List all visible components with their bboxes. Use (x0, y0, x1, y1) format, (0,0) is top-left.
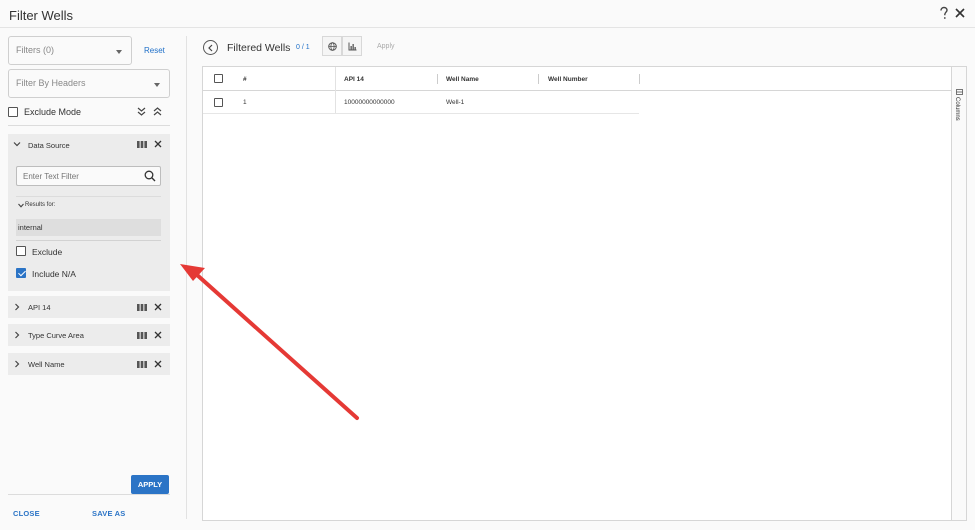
filtered-wells-title: Filtered Wells (227, 42, 291, 54)
result-value-text: internal (18, 223, 43, 232)
map-view-button[interactable] (322, 36, 342, 56)
column-header-well-number[interactable]: Well Number (548, 76, 588, 83)
select-all-checkbox[interactable] (214, 74, 223, 83)
filter-card-label: Type Curve Area (28, 331, 84, 340)
filter-sidebar: Filters (0) Reset Filter By Headers Excl… (0, 28, 186, 530)
close-button[interactable]: CLOSE (13, 509, 40, 518)
dialog-title: Filter Wells (9, 8, 74, 23)
column-header-index[interactable]: # (243, 76, 247, 83)
cell-index: 1 (243, 99, 247, 106)
filter-card-label: Well Name (28, 360, 65, 369)
exclude-checkbox[interactable] (16, 246, 26, 256)
column-separator[interactable] (437, 74, 438, 84)
column-header-well-name[interactable]: Well Name (446, 76, 479, 83)
include-na-checkbox[interactable] (16, 268, 26, 278)
chevron-down-icon[interactable] (13, 141, 21, 148)
exclude-label: Exclude (32, 247, 63, 257)
chevron-right-icon[interactable] (14, 360, 20, 368)
close-icon[interactable] (955, 8, 965, 18)
column-header-api-14[interactable]: API 14 (344, 76, 364, 83)
filter-card-type-curve-area[interactable]: Type Curve Area (8, 324, 170, 346)
table-row[interactable]: 1 10000000000000 Well-1 (203, 92, 639, 114)
bar-chart-icon (348, 42, 357, 51)
filter-card-label: API 14 (28, 303, 51, 312)
data-source-label: Data Source (28, 141, 70, 150)
save-as-button[interactable]: SAVE AS (92, 509, 126, 518)
reset-link[interactable]: Reset (144, 46, 165, 55)
divider (16, 196, 161, 197)
columns-label: Columns (954, 97, 960, 121)
filter-by-headers-placeholder: Filter By Headers (16, 78, 86, 88)
exclude-mode-label: Exclude Mode (24, 107, 82, 117)
data-source-filter-card: Data Source Results for: internal Exclud… (8, 134, 170, 291)
chevron-down-icon (116, 50, 122, 54)
globe-icon (328, 42, 337, 51)
chart-view-button[interactable] (342, 36, 362, 56)
row-checkbox[interactable] (214, 98, 223, 107)
columns-icon[interactable] (137, 304, 147, 311)
divider (16, 240, 161, 241)
apply-button[interactable]: APPLY (131, 475, 169, 494)
text-filter-input-box[interactable] (16, 166, 161, 186)
filtered-wells-count: 0 / 1 (296, 44, 310, 51)
apply-link[interactable]: Apply (377, 43, 395, 50)
chevron-right-icon[interactable] (14, 331, 20, 339)
remove-filter-icon[interactable] (154, 331, 162, 339)
filters-select[interactable]: Filters (0) (8, 36, 132, 65)
column-separator[interactable] (538, 74, 539, 84)
table-header: # API 14 Well Name Well Number (203, 67, 951, 91)
remove-filter-icon[interactable] (154, 303, 162, 311)
wells-table: # API 14 Well Name Well Number 1 1000000… (202, 66, 967, 521)
columns-side-panel[interactable]: Columns (951, 67, 966, 520)
exclude-mode-checkbox[interactable] (8, 107, 18, 117)
filter-card-well-name[interactable]: Well Name (8, 353, 170, 375)
cell-api-14: 10000000000000 (344, 99, 395, 106)
dialog-title-bar: Filter Wells (0, 0, 975, 28)
result-value-row[interactable]: internal (16, 219, 161, 236)
filters-select-value: Filters (0) (16, 45, 54, 55)
expand-all-icon[interactable] (137, 106, 146, 117)
remove-filter-icon[interactable] (154, 360, 162, 368)
include-na-label: Include N/A (32, 269, 76, 279)
divider (8, 125, 170, 126)
column-separator[interactable] (639, 74, 640, 84)
chevron-left-icon (208, 44, 213, 51)
columns-icon[interactable] (137, 141, 147, 148)
cell-well-name: Well-1 (446, 99, 465, 106)
columns-icon[interactable] (137, 361, 147, 368)
footer-divider (8, 494, 170, 495)
filter-card-api-14[interactable]: API 14 (8, 296, 170, 318)
collapse-all-icon[interactable] (153, 106, 162, 117)
results-for-label: Results for: (25, 202, 56, 208)
chevron-down-icon (154, 83, 160, 87)
filter-by-headers-select[interactable]: Filter By Headers (8, 69, 170, 98)
chevron-right-icon[interactable] (14, 303, 20, 311)
remove-filter-icon[interactable] (154, 140, 162, 148)
columns-icon[interactable] (137, 332, 147, 339)
help-icon[interactable] (938, 6, 950, 20)
back-button[interactable] (203, 40, 218, 55)
chevron-down-icon[interactable] (18, 203, 24, 208)
search-icon[interactable] (144, 170, 156, 182)
text-filter-input[interactable] (23, 170, 133, 182)
columns-icon (956, 89, 963, 95)
panel-separator (186, 36, 187, 519)
